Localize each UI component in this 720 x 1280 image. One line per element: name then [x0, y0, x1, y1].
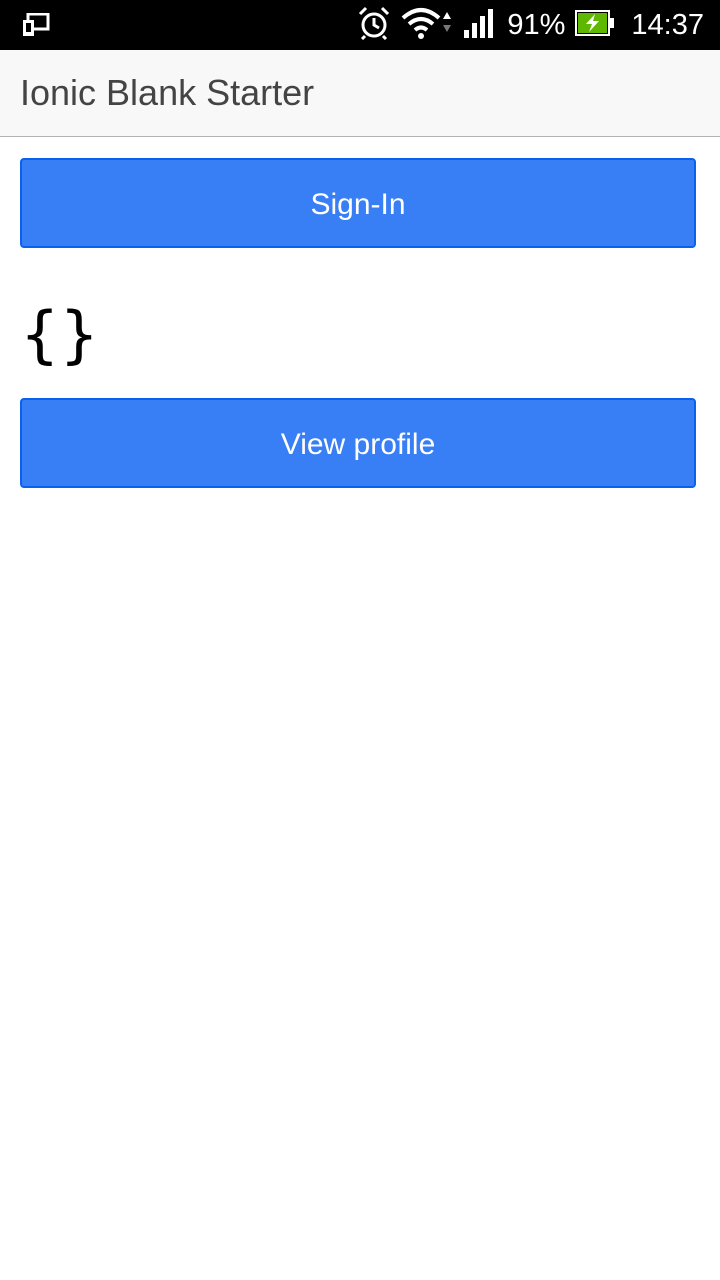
wifi-icon: [401, 6, 453, 45]
app-header: Ionic Blank Starter: [0, 50, 720, 137]
page-title: Ionic Blank Starter: [20, 72, 315, 113]
battery-charging-icon: [575, 9, 615, 41]
cell-signal-icon: [463, 8, 497, 43]
battery-percent: 91%: [507, 8, 566, 41]
status-bar: 91% 14:37: [0, 0, 720, 50]
view-profile-button[interactable]: View profile: [20, 398, 696, 488]
alarm-clock-icon: [357, 6, 391, 45]
sign-in-button[interactable]: Sign-In: [20, 158, 696, 248]
profile-output: {}: [20, 298, 99, 371]
clock-time: 14:37: [631, 8, 704, 41]
screen-mirror-icon: [22, 12, 50, 42]
